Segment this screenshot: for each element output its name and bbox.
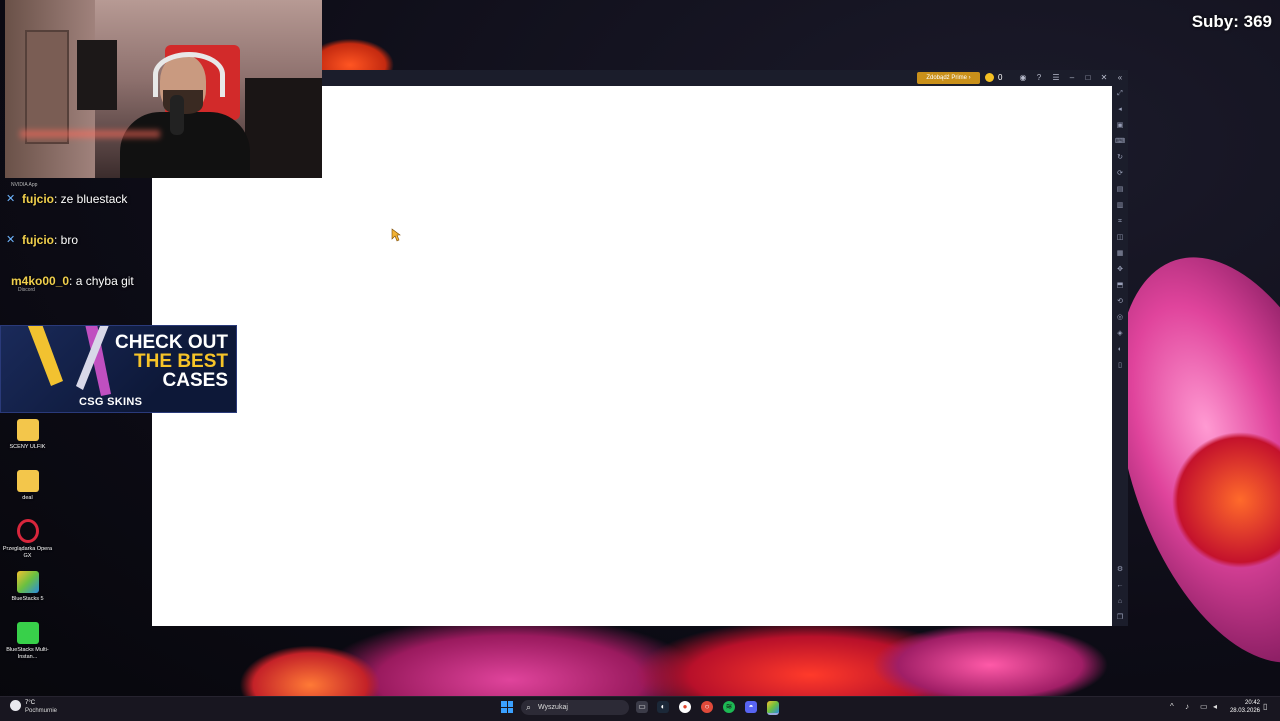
sidebar-toggle-icon[interactable]: ▯ [1115,361,1125,371]
ad-headline: THE BEST [134,351,228,372]
chat-message: ✕ fujcio : bro [6,227,78,253]
desktop-icon-sceny-ulfik[interactable]: SCENY ULFIK [0,419,55,451]
minimize-icon[interactable]: – [1067,72,1077,84]
folder-icon [16,419,39,441]
bluestacks-multi-icon [16,622,39,644]
network-icon[interactable]: ▭ [1200,702,1208,712]
chat-username: fujcio [22,233,54,247]
chat-text: : ze bluestack [54,192,128,206]
csgoskins-ad-banner[interactable]: CHECK OUT THE BEST CASES CSG SKINS [0,325,237,413]
fullscreen-icon[interactable]: ⤢ [1115,89,1125,99]
sync-icon[interactable]: ⟳ [1115,169,1125,179]
search-icon: ⌕ [526,702,532,712]
account-icon[interactable]: ◉ [1018,72,1028,84]
camera-icon[interactable]: ◫ [1115,233,1125,243]
get-prime-button[interactable]: Zdobądź Prime › [917,72,980,84]
steam-icon[interactable]: ◐ [657,701,669,713]
webcam-background [20,130,160,138]
menu-icon[interactable]: ☰ [1051,72,1061,84]
location-icon[interactable]: ◎ [1115,313,1125,323]
maximize-icon[interactable]: □ [1083,72,1093,84]
volume-tray-icon[interactable]: ◂ [1213,702,1217,712]
desktop-icon-opera-gx[interactable]: Przeglądarka Opera GX [0,519,55,560]
weather-cloud-icon[interactable] [10,700,21,711]
webcam-background [25,30,69,144]
macro-icon[interactable]: ▤ [1115,185,1125,195]
home-icon[interactable]: ⌂ [1115,597,1125,607]
sword-badge-icon: ✕ [6,234,16,246]
spotify-icon[interactable]: ≋ [723,701,735,713]
eco-mode-icon[interactable]: ⟲ [1115,297,1125,307]
multi-instance-icon[interactable]: ▥ [1115,201,1125,211]
collapse-sidebar-icon[interactable]: « [1115,72,1125,84]
discord-icon[interactable]: ◓ [745,701,757,713]
keyboard-icon[interactable]: ⌨ [1115,137,1125,147]
windows-logo-icon [501,707,507,713]
search-placeholder[interactable]: Wyszukaj [538,701,568,714]
opera-gx-taskbar-icon[interactable]: ○ [701,701,713,713]
chrome-icon[interactable]: ● [679,701,691,713]
bluestacks-sidebar [1112,86,1128,626]
chat-text: : bro [54,233,79,247]
clock-time[interactable]: 20:42 [1240,700,1260,706]
microphone [170,95,184,135]
desktop-icon-label: BlueStacks Multi-Instan... [6,647,49,660]
weather-description[interactable]: Pochmurnie [25,708,57,714]
streamer [120,112,250,178]
windows-logo-icon [507,701,513,707]
start-button[interactable] [501,701,513,713]
volume-icon[interactable]: ◂ [1115,105,1125,115]
chat-text: : a chyba git [69,274,134,288]
mouse-cursor-icon [391,228,401,242]
ad-headline: CASES [162,370,228,391]
microphone-icon[interactable]: ♪ [1185,702,1189,712]
media-icon[interactable]: ▦ [1115,249,1125,259]
sword-badge-icon: ✕ [6,193,16,205]
back-icon[interactable]: ← [1115,581,1125,591]
desktop-icon-label: SCENY ULFIK [9,444,46,450]
desktop-icon-label: Przeglądarka Opera GX [2,546,53,559]
webcam-background [245,78,322,178]
weather-temperature[interactable]: 7°C [25,700,35,706]
layers-icon[interactable]: ◈ [1115,329,1125,339]
webcam-overlay [5,0,322,178]
shake-icon[interactable]: ✥ [1115,265,1125,275]
tray-overflow-icon[interactable]: ^ [1170,702,1174,712]
discord-label: Discord [18,287,35,293]
subscriber-counter: Suby: 369 [1191,12,1272,31]
coin-icon [985,73,994,82]
opera-gx-icon [16,519,39,543]
desktop-icon-label: deal [22,495,33,501]
folder-icon [16,470,39,492]
desktop-icon-label: BlueStacks 5 [11,596,44,602]
chat-username: m4ko00_0 [11,274,70,288]
windows-logo-icon [501,701,507,707]
desktop-icon-bluestacks-multi[interactable]: BlueStacks Multi-Instan... [0,622,55,661]
task-view-icon[interactable]: ▭ [636,701,648,713]
close-icon[interactable]: ✕ [1099,72,1109,84]
install-apk-icon[interactable]: ⬒ [1115,281,1125,291]
performance-icon[interactable]: ◐ [1115,345,1125,355]
ad-brand: CSG SKINS [79,396,143,408]
coin-count: 0 [998,73,1003,82]
bluestacks-icon [16,571,39,593]
rotate-icon[interactable]: ↻ [1115,153,1125,163]
windows-logo-icon [507,707,513,713]
settings-icon[interactable]: ⚙ [1115,565,1125,575]
ad-headline: CHECK OUT [115,332,228,353]
help-icon[interactable]: ? [1034,72,1044,84]
notifications-icon[interactable]: ▯ [1263,702,1267,712]
clock-date[interactable]: 28.03.2026 [1226,708,1260,714]
desktop-icon-bluestacks5[interactable]: BlueStacks 5 [0,571,55,603]
desktop-icon-deal[interactable]: deal [0,470,55,502]
webcam-background [77,40,117,110]
chat-username: fujcio [22,192,54,206]
screenshot-icon[interactable]: ⌗ [1115,217,1125,227]
chat-message: ✕ fujcio : ze bluestack [6,186,127,212]
screen-record-icon[interactable]: ▣ [1115,121,1125,131]
headset [153,52,225,97]
recent-apps-icon[interactable]: ❐ [1115,613,1125,623]
bluestacks-taskbar-icon[interactable] [767,701,779,715]
